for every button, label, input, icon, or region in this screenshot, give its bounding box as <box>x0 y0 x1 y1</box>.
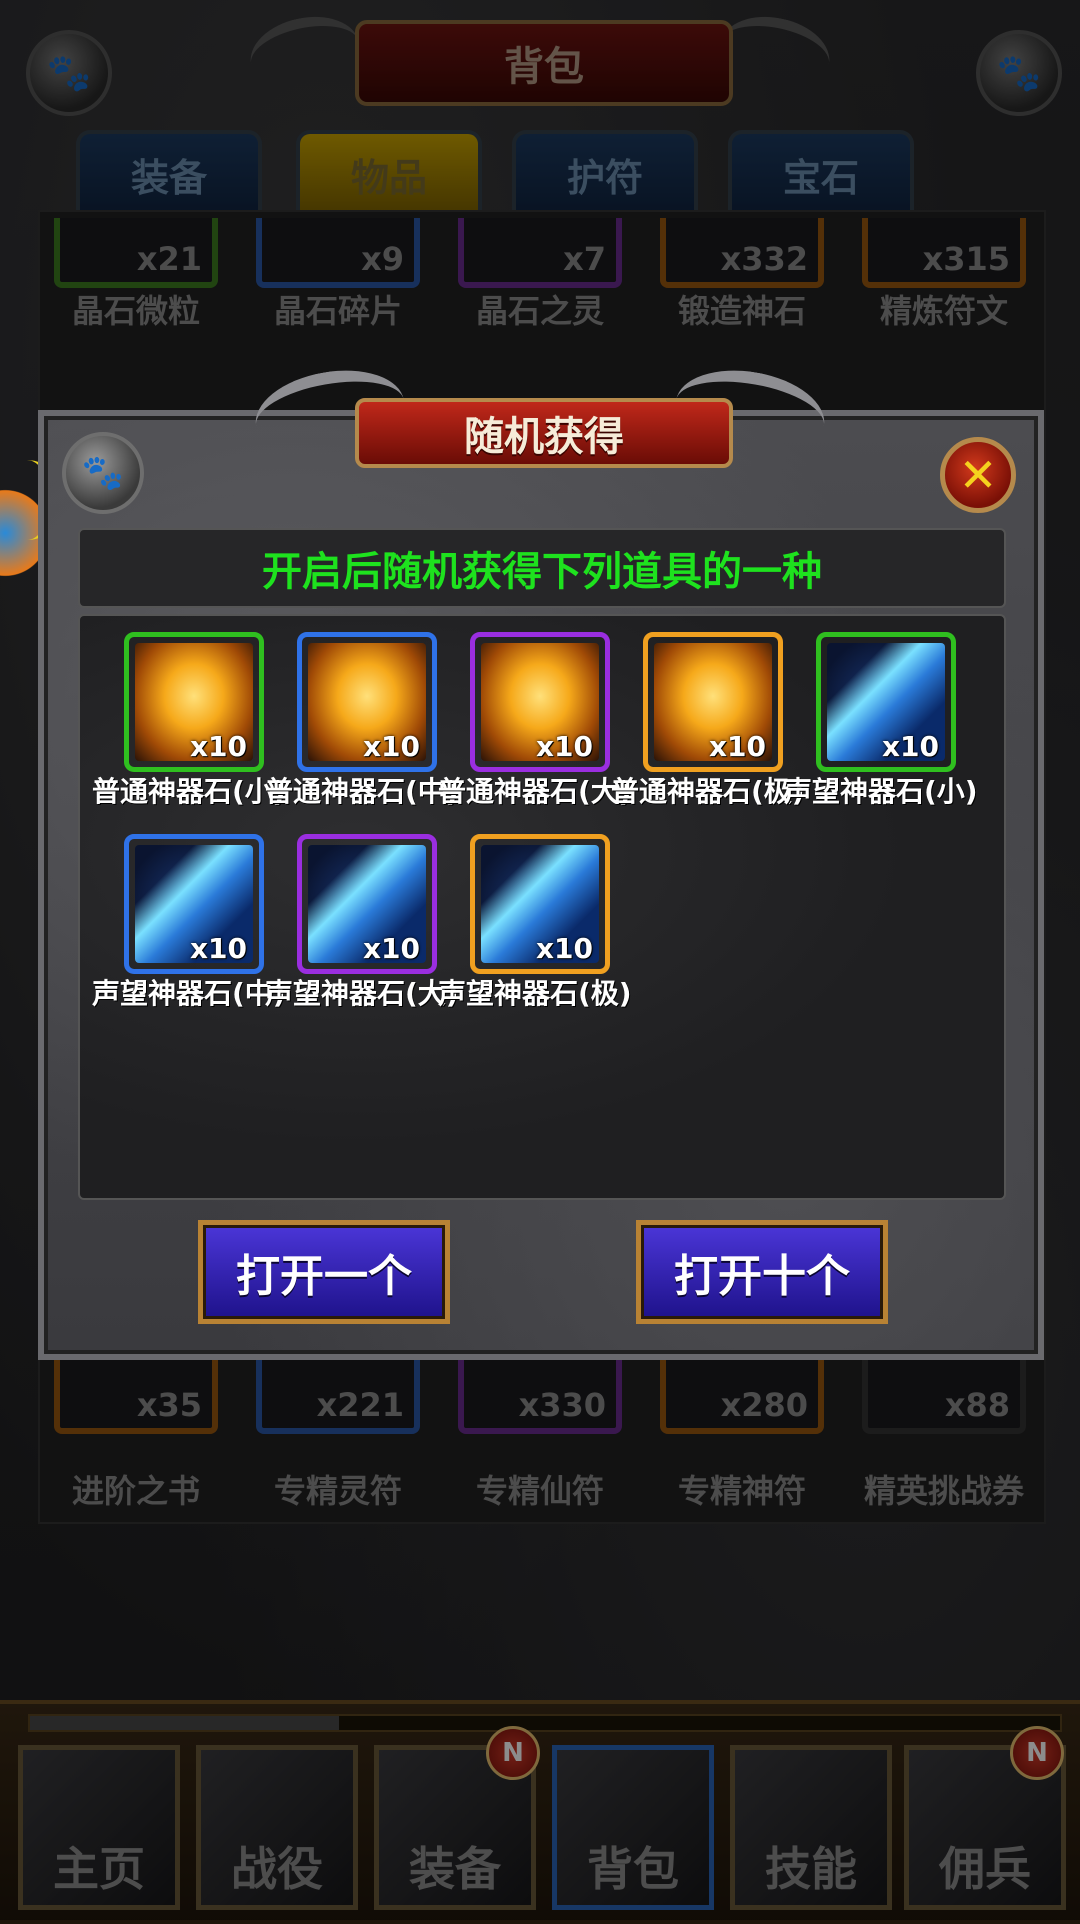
dialog-instruction: 开启后随机获得下列道具的一种 <box>78 528 1006 608</box>
reward-name: 普通神器石(中) <box>265 775 459 808</box>
reward-count: x10 <box>189 932 247 965</box>
reward-item-slot[interactable]: x10 <box>124 834 264 974</box>
reward-count: x10 <box>708 730 766 763</box>
reward-name: 声望神器石(中) <box>92 977 286 1010</box>
reward-item-slot[interactable]: x10 <box>297 632 437 772</box>
reward-name: 声望神器石(大) <box>265 977 459 1010</box>
reward-name: 普通神器石(大) <box>438 775 632 808</box>
reward-item-slot[interactable]: x10 <box>816 632 956 772</box>
reward-item-slot[interactable]: x10 <box>643 632 783 772</box>
reward-count: x10 <box>189 730 247 763</box>
reward-count: x10 <box>362 730 420 763</box>
reward-count: x10 <box>881 730 939 763</box>
reward-item-slot[interactable]: x10 <box>470 834 610 974</box>
reward-name: 普通神器石(小) <box>92 775 286 808</box>
close-x-icon: ✕ <box>958 448 998 502</box>
reward-name: 声望神器石(极) <box>438 977 632 1010</box>
reward-name: 声望神器石(小) <box>784 775 978 808</box>
reward-item-slot[interactable]: x10 <box>470 632 610 772</box>
reward-count: x10 <box>535 932 593 965</box>
open-one-button[interactable]: 打开一个 <box>198 1220 450 1324</box>
reward-count: x10 <box>535 730 593 763</box>
close-button[interactable]: ✕ <box>940 437 1016 513</box>
reward-count: x10 <box>362 932 420 965</box>
reward-name: 普通神器石(极) <box>611 775 805 808</box>
reward-item-slot[interactable]: x10 <box>124 632 264 772</box>
reward-item-slot[interactable]: x10 <box>297 834 437 974</box>
dialog-title: 随机获得 <box>355 398 733 468</box>
open-ten-button[interactable]: 打开十个 <box>636 1220 888 1324</box>
paw-icon: 🐾 <box>62 432 144 514</box>
